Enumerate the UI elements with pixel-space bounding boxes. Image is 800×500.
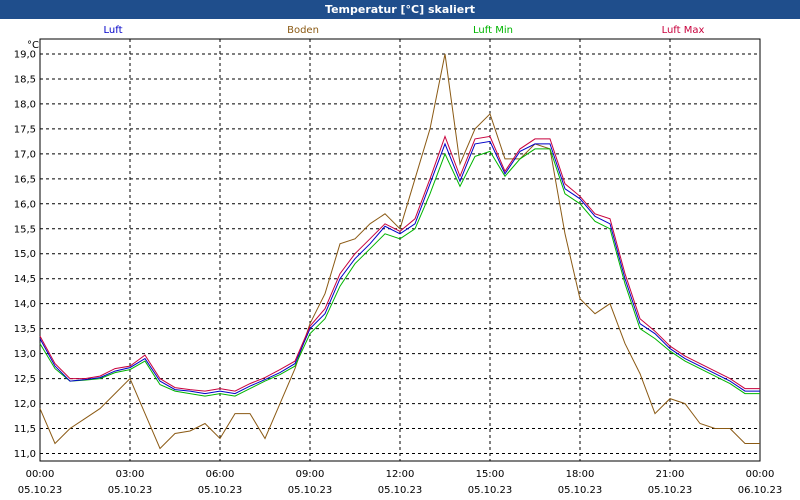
y-tick-label: 16,0 — [14, 199, 36, 210]
x-tick-date: 05.10.23 — [198, 485, 243, 496]
x-tick-date: 05.10.23 — [288, 485, 333, 496]
x-tick-date: 05.10.23 — [648, 485, 693, 496]
x-tick-time: 09:00 — [296, 469, 325, 480]
y-tick-label: 11,5 — [14, 424, 36, 435]
y-tick-label: 11,0 — [14, 449, 36, 460]
x-axis-ticks: 00:00 05.10.23 03:00 05.10.23 06:00 05.10.23 0… — [18, 469, 783, 496]
x-tick-date: 06.10.23 — [738, 485, 783, 496]
x-tick-time: 18:00 — [566, 469, 595, 480]
y-tick-label: 12,0 — [14, 399, 36, 410]
x-tick-time: 15:00 — [476, 469, 505, 480]
y-tick-label: 17,0 — [14, 149, 36, 160]
y-axis-ticks: 11,0 11,5 12,0 12,5 13,0 13,5 14,0 14,5 15,0 15,5… — [14, 49, 36, 460]
y-tick-label: 16,5 — [14, 174, 36, 185]
y-tick-label: 13,5 — [14, 324, 36, 335]
y-axis-label: °C — [27, 40, 39, 51]
y-tick-label: 15,0 — [14, 249, 36, 260]
y-tick-label: 18,0 — [14, 99, 36, 110]
y-tick-label: 18,5 — [14, 74, 36, 85]
x-tick-date: 05.10.23 — [558, 485, 603, 496]
x-tick-time: 21:00 — [656, 469, 685, 480]
legend-item-luft-min: Luft Min — [473, 25, 513, 36]
x-tick-date: 05.10.23 — [18, 485, 63, 496]
x-tick-date: 05.10.23 — [468, 485, 513, 496]
x-tick-date: 05.10.23 — [378, 485, 423, 496]
legend-item-luft: Luft — [103, 25, 123, 36]
y-tick-label: 14,5 — [14, 274, 36, 285]
x-tick-time: 12:00 — [386, 469, 415, 480]
legend-item-boden: Boden — [287, 25, 319, 36]
y-tick-label: 13,0 — [14, 349, 36, 360]
legend-item-luft-max: Luft Max — [661, 25, 705, 36]
x-tick-time: 00:00 — [746, 469, 775, 480]
temperature-chart: 11,0 11,5 12,0 12,5 13,0 13,5 14,0 14,5 15,0 15,5… — [14, 38, 783, 496]
y-tick-label: 14,0 — [14, 299, 36, 310]
x-tick-time: 03:00 — [116, 469, 145, 480]
x-tick-time: 06:00 — [206, 469, 235, 480]
x-tick-date: 05.10.23 — [108, 485, 153, 496]
x-tick-time: 00:00 — [26, 469, 55, 480]
y-tick-label: 17,5 — [14, 124, 36, 135]
y-tick-label: 12,5 — [14, 374, 36, 385]
y-tick-label: 19,0 — [14, 49, 36, 60]
y-tick-label: 15,5 — [14, 224, 36, 235]
